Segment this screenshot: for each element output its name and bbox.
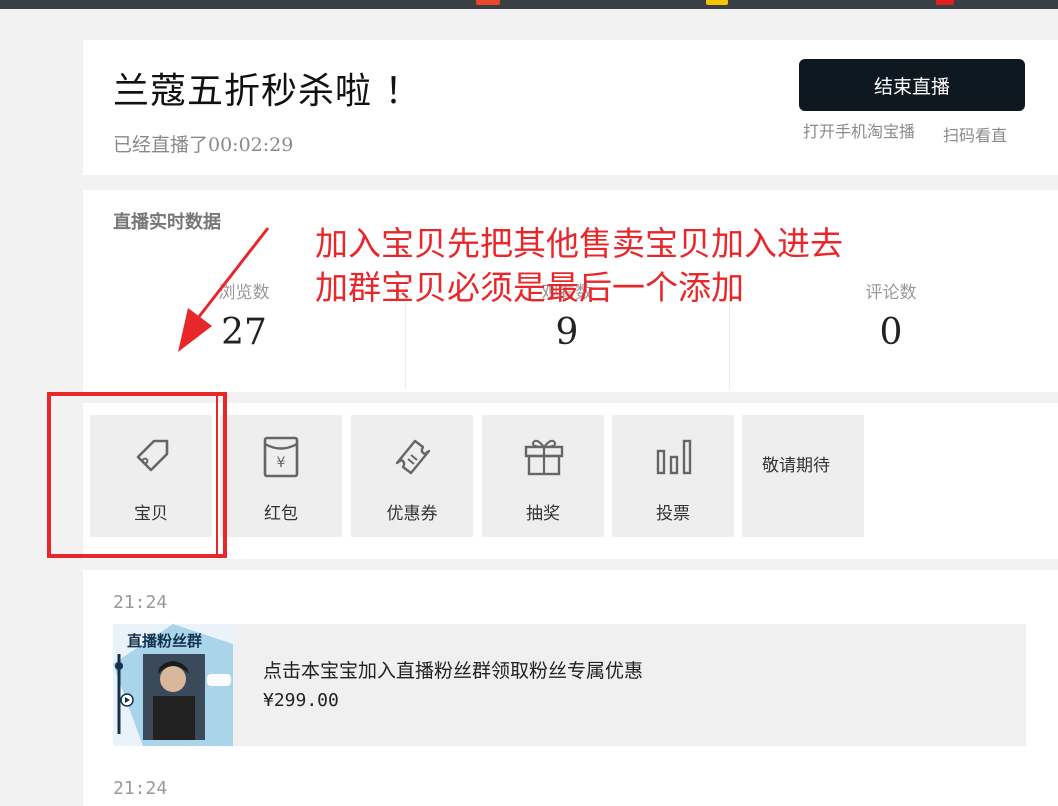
- tool-label: 宝贝: [134, 504, 168, 524]
- tool-label: 抽奖: [526, 504, 560, 524]
- elapsed-time: 已经直播了00:02:29: [113, 134, 294, 156]
- bar-chart-icon: [656, 439, 692, 475]
- highlight-divider: [216, 396, 218, 554]
- stat-value: 9: [555, 312, 579, 353]
- product-price: ¥299.00: [263, 690, 339, 711]
- annotation-line-1: 加入宝贝先把其他售卖宝贝加入进去: [315, 224, 843, 263]
- coupon-icon: [395, 439, 431, 475]
- product-thumbnail: 直播粉丝群: [113, 624, 233, 746]
- live-header-card: 兰蔻五折秒杀啦 ！ 已经直播了00:02:29 结束直播 打开手机淘宝播 扫码看…: [83, 40, 1058, 175]
- tool-label: 红包: [264, 504, 298, 524]
- tool-red-envelope[interactable]: ¥ 红包: [220, 415, 342, 537]
- tab-indicator-red: [476, 0, 500, 5]
- tool-coupon[interactable]: 优惠券: [351, 415, 473, 537]
- scan-to-watch-link[interactable]: 扫码看直: [943, 122, 1007, 146]
- stats-title: 直播实时数据: [113, 212, 221, 233]
- tab-indicator-red-small: [936, 0, 954, 5]
- annotation-line-2: 加群宝贝必须是最后一个添加: [315, 268, 744, 307]
- feed-time: 21:24: [113, 592, 168, 613]
- thumbnail-title: 直播粉丝群: [127, 632, 203, 650]
- tool-label: 优惠券: [386, 504, 438, 524]
- tool-vote[interactable]: 投票: [612, 415, 734, 537]
- stat-value: 27: [221, 312, 267, 353]
- end-live-button[interactable]: 结束直播: [799, 59, 1025, 111]
- live-title: 兰蔻五折秒杀啦 ！: [113, 71, 422, 112]
- annotation-text: 加入宝贝先把其他售卖宝贝加入进去 加群宝贝必须是最后一个添加: [315, 222, 843, 310]
- tool-label: 敬请期待: [762, 456, 830, 476]
- tool-coming-soon: 敬请期待: [742, 415, 864, 537]
- interaction-tools-card: 宝贝 ¥ 红包 优惠券 抽奖 投票 敬请期待: [83, 403, 1058, 559]
- feed-product-item[interactable]: 直播粉丝群 点击本宝宝加入直播粉丝群领取粉丝专属优惠 ¥299.00: [113, 624, 1026, 746]
- tool-lottery[interactable]: 抽奖: [482, 415, 604, 537]
- svg-text:¥: ¥: [277, 455, 286, 471]
- gift-icon: [524, 439, 564, 476]
- tool-label: 投票: [656, 504, 690, 524]
- product-feed-card: 21:24 直播粉丝群 点击本宝宝加入直播粉丝群领取粉丝专属优惠 ¥299.00…: [83, 570, 1058, 806]
- open-mobile-taobao-link[interactable]: 打开手机淘宝播: [799, 122, 919, 142]
- red-envelope-icon: ¥: [263, 436, 299, 478]
- tag-icon: [136, 439, 169, 472]
- tool-product[interactable]: 宝贝: [90, 415, 212, 537]
- stat-value: 0: [879, 312, 903, 353]
- product-name: 点击本宝宝加入直播粉丝群领取粉丝专属优惠: [263, 660, 644, 682]
- tab-indicator-yellow: [706, 0, 728, 5]
- browser-top-bar: [0, 0, 1058, 9]
- feed-time: 21:24: [113, 778, 168, 799]
